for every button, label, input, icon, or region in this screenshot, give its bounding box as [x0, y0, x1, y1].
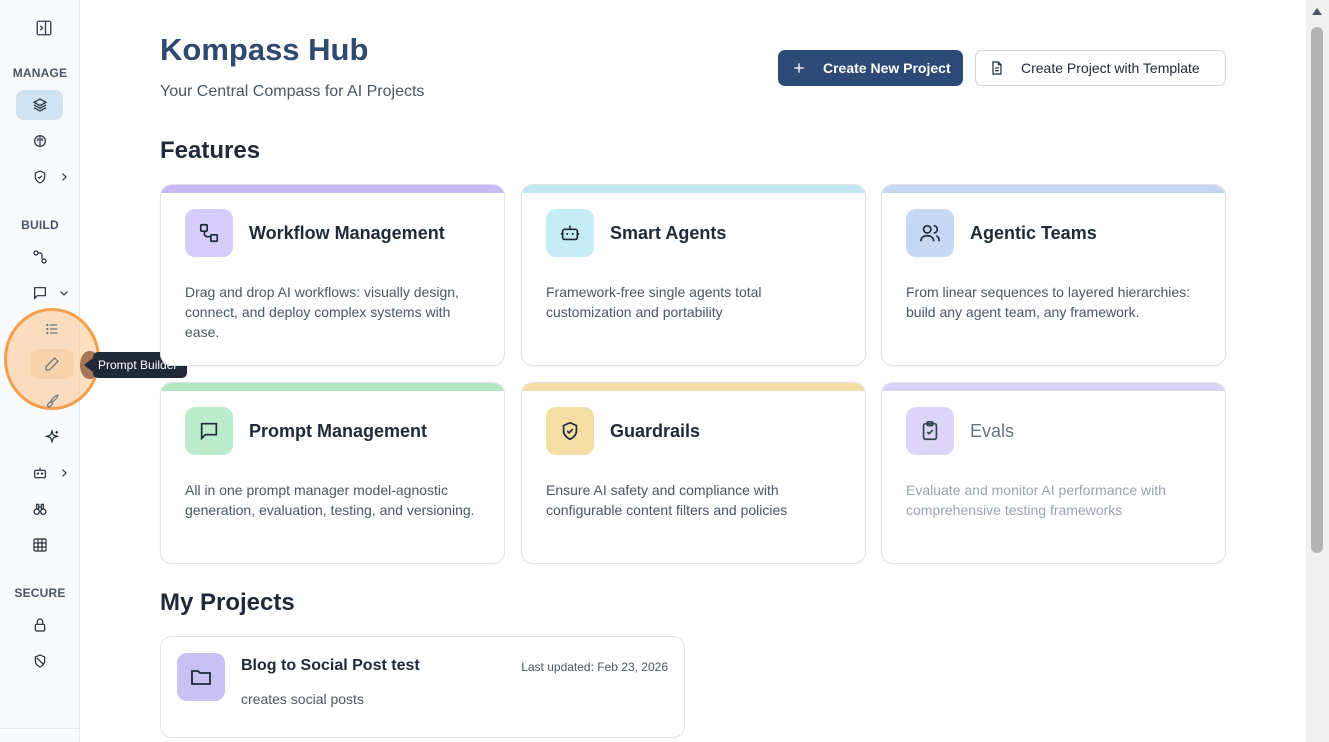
sidebar-item-governance[interactable]: [26, 162, 54, 192]
message-square-icon: [200, 422, 218, 441]
sidebar-item-agents[interactable]: [26, 458, 54, 488]
feature-card-agentic-teams[interactable]: Agentic Teams From linear sequences to l…: [881, 184, 1226, 366]
projects-heading: My Projects: [160, 589, 295, 616]
card-icon-box: [906, 407, 954, 455]
create-new-project-label: Create New Project: [823, 60, 951, 76]
card-accent-bar: [882, 185, 1225, 193]
card-title: Agentic Teams: [970, 223, 1097, 243]
sidebar-item-security[interactable]: [26, 646, 54, 676]
sidebar-item-workflows[interactable]: [26, 242, 54, 272]
bot-icon: [34, 467, 46, 479]
feature-card-prompt-management[interactable]: Prompt Management All in one prompt mana…: [160, 382, 505, 564]
layers-icon: [32, 98, 47, 112]
pencil-icon: [45, 357, 59, 371]
shield-check-icon: [562, 421, 578, 441]
card-description: All in one prompt manager model-agnostic…: [185, 482, 475, 518]
sidebar-item-ai-studio[interactable]: [38, 422, 66, 452]
file-text-icon: [992, 61, 1002, 75]
card-title: Workflow Management: [249, 223, 445, 243]
bot-icon: [560, 225, 580, 241]
sidebar-item-secrets[interactable]: [26, 610, 54, 640]
table-icon: [33, 538, 47, 552]
create-project-template-button[interactable]: Create Project with Template: [975, 50, 1226, 86]
sidebar-divider: [0, 728, 80, 729]
feature-card-smart-agents[interactable]: Smart Agents Framework-free single agent…: [521, 184, 866, 366]
sparkles-icon: [44, 429, 60, 444]
card-icon-box: [185, 407, 233, 455]
project-name: Blog to Social Post test: [241, 657, 420, 674]
chevron-right-icon[interactable]: [58, 467, 70, 479]
card-description: Framework-free single agents total custo…: [546, 284, 762, 320]
list-icon: [46, 323, 58, 335]
shield-off-icon: [34, 654, 46, 668]
folder-icon: [191, 670, 211, 685]
panel-left-icon: [36, 20, 52, 36]
lock-icon: [34, 618, 46, 632]
card-description: Evaluate and monitor AI performance with…: [906, 482, 1166, 518]
page-subtitle: Your Central Compass for AI Projects: [160, 83, 425, 100]
project-description: creates social posts: [241, 691, 364, 707]
sidebar-item-datasets[interactable]: [26, 530, 54, 560]
card-title: Smart Agents: [610, 223, 727, 243]
feature-card-guardrails[interactable]: Guardrails Ensure AI safety and complian…: [521, 382, 866, 564]
card-title: Prompt Management: [249, 421, 428, 441]
workflow-icon: [33, 250, 47, 264]
chevron-down-icon[interactable]: [58, 287, 70, 299]
sidebar-subitem-prompt-list[interactable]: [38, 314, 66, 344]
card-description: From linear sequences to layered hierarc…: [906, 284, 1191, 320]
card-accent-bar: [522, 383, 865, 391]
project-card[interactable]: Blog to Social Post test creates social …: [160, 636, 685, 738]
card-accent-bar: [882, 383, 1225, 391]
sidebar-item-projects[interactable]: [16, 90, 63, 120]
card-icon-box: [906, 209, 954, 257]
features-heading: Features: [160, 137, 261, 164]
project-updated: Last updated: Feb 23, 2026: [521, 660, 668, 674]
card-description: Ensure AI safety and compliance with con…: [546, 482, 788, 518]
rocket-icon: [46, 394, 59, 408]
plus-icon: [794, 63, 804, 73]
create-project-template-label: Create Project with Template: [1021, 60, 1200, 76]
card-description: Drag and drop AI workflows: visually des…: [185, 284, 459, 340]
feature-card-workflow[interactable]: Workflow Management Drag and drop AI wor…: [160, 184, 505, 366]
card-accent-bar: [522, 185, 865, 193]
create-new-project-button[interactable]: Create New Project: [778, 50, 963, 86]
sidebar-toggle-button[interactable]: [30, 14, 58, 42]
card-icon-box: [546, 209, 594, 257]
message-square-icon: [34, 287, 46, 300]
binoculars-icon: [33, 503, 47, 515]
sidebar-subitem-prompt-builder[interactable]: [30, 349, 74, 379]
sidebar-item-prompts[interactable]: [26, 278, 54, 308]
sidebar: MANAGE BUILD SECURE: [0, 0, 100, 742]
scrollbar-thumb[interactable]: [1311, 27, 1323, 553]
users-icon: [920, 224, 940, 242]
chevron-right-icon[interactable]: [58, 171, 70, 183]
sidebar-item-observability[interactable]: [26, 494, 54, 524]
clipboard-check-icon: [922, 421, 938, 441]
page-title: Kompass Hub: [160, 32, 369, 67]
card-icon-box: [546, 407, 594, 455]
card-title: Evals: [970, 421, 1015, 441]
sidebar-item-models[interactable]: [16, 126, 63, 156]
card-title: Guardrails: [610, 421, 701, 441]
project-icon-box: [177, 653, 225, 701]
shield-check-icon: [34, 170, 46, 184]
section-secure-label: SECURE: [14, 586, 66, 600]
card-accent-bar: [161, 185, 504, 193]
feature-card-evals[interactable]: Evals Evaluate and monitor AI performanc…: [881, 382, 1226, 564]
tooltip-arrow: [84, 358, 93, 372]
brain-icon: [33, 135, 46, 147]
workflow-icon: [199, 223, 219, 243]
card-accent-bar: [161, 383, 504, 391]
section-manage-label: MANAGE: [12, 66, 68, 80]
card-icon-box: [185, 209, 233, 257]
sidebar-subitem-prompt-deploy[interactable]: [38, 386, 66, 416]
section-build-label: BUILD: [21, 218, 59, 232]
scroll-up-arrow[interactable]: [1312, 8, 1322, 15]
